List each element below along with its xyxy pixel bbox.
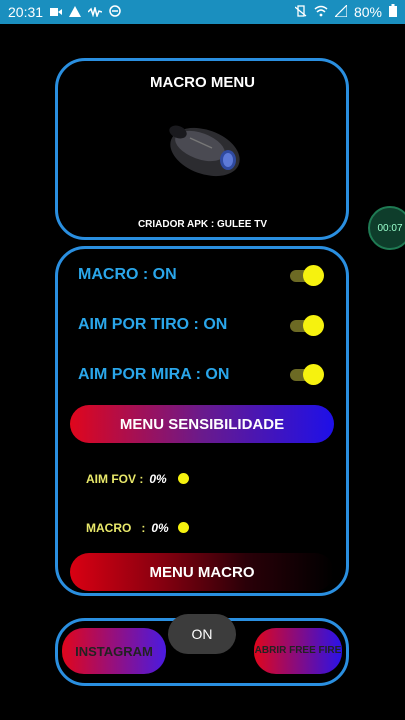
macro-indicator: [178, 522, 189, 533]
toggle-knob: [303, 315, 324, 336]
macro-stat-value: 0%: [151, 521, 169, 535]
aim-fov-indicator: [178, 473, 189, 484]
app-title: MACRO MENU: [150, 74, 255, 91]
do-not-disturb-icon: [109, 4, 121, 20]
menu-sensibilidade-button[interactable]: MENU SENSIBILIDADE: [70, 405, 334, 443]
aim-fov-value: 0%: [149, 472, 167, 486]
aim-por-tiro-label: AIM POR TIRO : ON: [78, 316, 228, 333]
aim-por-tiro-toggle[interactable]: [290, 315, 324, 337]
aim-por-mira-toggle[interactable]: [290, 364, 324, 386]
audio-wave-icon: [87, 4, 103, 20]
toggle-knob: [303, 364, 324, 385]
status-time: 20:31: [8, 4, 44, 20]
vibrate-icon: [294, 4, 307, 20]
status-bar: 20:31 80%: [0, 0, 405, 24]
gaming-mouse-image: [160, 118, 246, 185]
wifi-icon: [314, 4, 328, 20]
toggle-knob: [303, 265, 324, 286]
macro-stat: MACRO : 0%: [86, 521, 169, 535]
signal-icon: [333, 3, 348, 20]
aim-fov-stat: AIM FOV : 0%: [86, 472, 167, 486]
macro-label: MACRO : ON: [78, 266, 177, 283]
battery-icon: [389, 4, 397, 20]
video-camera-icon: [50, 4, 63, 20]
menu-macro-button[interactable]: MENU MACRO: [70, 553, 334, 591]
battery-percent: 80%: [353, 4, 382, 20]
creator-credit: CRIADOR APK : GULEE TV: [137, 219, 268, 230]
toast-message: ON: [168, 614, 236, 654]
instagram-button[interactable]: INSTAGRAM: [62, 628, 166, 674]
macro-toggle[interactable]: [290, 265, 324, 287]
aim-por-mira-label: AIM POR MIRA : ON: [78, 366, 230, 383]
macro-stat-label: MACRO :: [86, 521, 146, 535]
abrir-free-fire-button[interactable]: ABRIR FREE FIRE: [254, 628, 342, 674]
aim-fov-label: AIM FOV :: [86, 472, 144, 486]
screen-recorder-bubble[interactable]: 00:07: [368, 206, 405, 250]
warning-icon: [69, 4, 82, 20]
